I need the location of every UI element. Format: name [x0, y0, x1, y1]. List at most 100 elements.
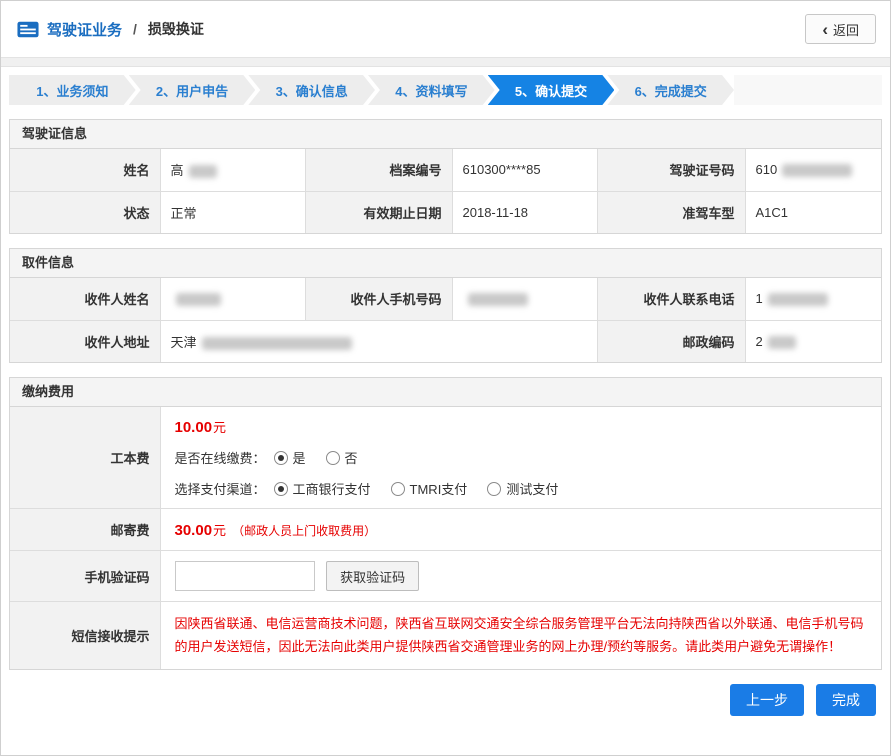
radio-label: 否 [345, 448, 358, 467]
redacted-value [202, 337, 352, 350]
radio-label: 是 [293, 448, 306, 467]
payment-table: 工本费 10.00元 是否在线缴费： 是 否 [10, 407, 881, 669]
page: 驾驶证业务 / 损毁换证 ‹ 返回 1、业务须知 2、用户申告 3、确认信息 4… [0, 0, 891, 756]
table-row: 工本费 10.00元 是否在线缴费： 是 否 [10, 407, 881, 509]
radio-online-no[interactable]: 否 [326, 448, 358, 467]
fee-unit: 元 [213, 523, 226, 538]
redacted-value [768, 336, 796, 349]
field-value: 610300****85 [452, 149, 597, 191]
table-row: 收件人姓名 收件人手机号码 收件人联系电话 1 [10, 278, 881, 320]
table-row: 邮寄费 30.00元（邮政人员上门收取费用） [10, 509, 881, 551]
field-label: 档案编号 [305, 149, 452, 191]
section-title: 驾驶证信息 [10, 120, 881, 149]
captcha-input[interactable] [175, 561, 315, 591]
mail-fee-cell: 30.00元 （邮政人员上门收取费用） [160, 509, 881, 551]
step-nav-spacer [734, 75, 882, 105]
previous-step-button[interactable]: 上一步 [730, 684, 804, 716]
radio-channel-test[interactable]: 测试支付 [487, 479, 558, 498]
field-label: 短信接收提示 [10, 602, 160, 669]
phone-value: 1 [756, 291, 763, 306]
address-value: 天津 [171, 335, 197, 350]
postcode-value: 2 [756, 334, 763, 349]
radio-label: 工商银行支付 [293, 479, 371, 498]
status-value: 正常 [171, 206, 197, 221]
field-value: 2018-11-18 [452, 191, 597, 233]
back-button[interactable]: ‹ 返回 [805, 14, 876, 44]
step-5-confirm-submit[interactable]: 5、确认提交 [488, 75, 615, 105]
sms-notice-cell: 因陕西省联通、电信运营商技术问题，陕西省互联网交通安全综合服务管理平台无法向持陕… [160, 602, 881, 669]
field-label: 收件人地址 [10, 320, 160, 362]
captcha-cell: 获取验证码 [160, 551, 881, 602]
field-value [452, 278, 597, 320]
redacted-value [189, 165, 217, 178]
mail-fee-note: （邮政人员上门收取费用） [232, 524, 376, 538]
license-info-table: 姓名 高 档案编号 610300****85 驾驶证号码 610 状态 正常 有… [10, 149, 881, 233]
section-title: 取件信息 [10, 249, 881, 278]
redacted-value [468, 293, 528, 306]
radio-icon [326, 451, 340, 465]
production-fee-amount: 10.00元 [175, 417, 868, 436]
header-divider [1, 57, 890, 67]
breadcrumb-separator: / [133, 21, 137, 37]
table-row: 姓名 高 档案编号 610300****85 驾驶证号码 610 [10, 149, 881, 191]
radio-channel-icbc[interactable]: 工商银行支付 [274, 479, 371, 498]
table-row: 状态 正常 有效期止日期 2018-11-18 准驾车型 A1C1 [10, 191, 881, 233]
table-row: 手机验证码 获取验证码 [10, 551, 881, 602]
step-3-confirm-info[interactable]: 3、确认信息 [248, 75, 375, 105]
field-value: 高 [160, 149, 305, 191]
field-value: 2 [745, 320, 881, 362]
field-label: 有效期止日期 [305, 191, 452, 233]
table-row: 短信接收提示 因陕西省联通、电信运营商技术问题，陕西省互联网交通安全综合服务管理… [10, 602, 881, 669]
section-title: 缴纳费用 [10, 378, 881, 407]
payment-panel: 缴纳费用 工本费 10.00元 是否在线缴费： 是 [9, 377, 882, 670]
get-captcha-button[interactable]: 获取验证码 [326, 561, 419, 591]
radio-icon [487, 482, 501, 496]
field-label: 收件人手机号码 [305, 278, 452, 320]
field-value [160, 278, 305, 320]
step-6-done[interactable]: 6、完成提交 [607, 75, 734, 105]
radio-icon [274, 451, 288, 465]
radio-label: TMRI支付 [410, 479, 468, 498]
redacted-value [768, 293, 828, 306]
step-4-fill-form[interactable]: 4、资料填写 [368, 75, 495, 105]
file-no-value: 610300****85 [463, 162, 541, 177]
pickup-info-panel: 取件信息 收件人姓名 收件人手机号码 收件人联系电话 1 收件人地址 天津 邮政… [9, 248, 882, 363]
breadcrumb: 驾驶证业务 / 损毁换证 [17, 19, 204, 40]
page-title: 驾驶证业务 [47, 19, 122, 40]
radio-online-yes[interactable]: 是 [274, 448, 306, 467]
online-pay-options: 是否在线缴费： 是 否 [175, 448, 868, 467]
fee-amount: 30.00 [175, 522, 213, 539]
fee-amount: 10.00 [175, 419, 213, 436]
step-label: 4、资料填写 [395, 81, 467, 100]
field-label: 准驾车型 [597, 191, 745, 233]
finish-button[interactable]: 完成 [816, 684, 876, 716]
redacted-value [176, 293, 221, 306]
field-value: 正常 [160, 191, 305, 233]
step-label: 3、确认信息 [276, 81, 348, 100]
radio-icon [391, 482, 405, 496]
field-label: 手机验证码 [10, 551, 160, 602]
radio-channel-tmri[interactable]: TMRI支付 [391, 479, 468, 498]
field-value: A1C1 [745, 191, 881, 233]
field-label: 邮政编码 [597, 320, 745, 362]
step-1-notice[interactable]: 1、业务须知 [9, 75, 136, 105]
back-button-label: 返回 [833, 20, 859, 39]
pickup-info-table: 收件人姓名 收件人手机号码 收件人联系电话 1 收件人地址 天津 邮政编码 2 [10, 278, 881, 362]
field-label: 收件人联系电话 [597, 278, 745, 320]
step-label: 1、业务须知 [36, 81, 108, 100]
step-label: 5、确认提交 [515, 81, 587, 100]
vehicle-value: A1C1 [756, 205, 789, 220]
radio-icon [274, 482, 288, 496]
step-label: 2、用户申告 [156, 81, 228, 100]
license-doc-icon [17, 21, 39, 38]
license-info-panel: 驾驶证信息 姓名 高 档案编号 610300****85 驾驶证号码 610 状… [9, 119, 882, 234]
fee-unit: 元 [213, 420, 226, 435]
step-nav: 1、业务须知 2、用户申告 3、确认信息 4、资料填写 5、确认提交 6、完成提… [9, 75, 882, 105]
field-label: 姓名 [10, 149, 160, 191]
radio-label: 测试支付 [506, 479, 558, 498]
footer-actions: 上一步 完成 [1, 684, 876, 716]
page-subtitle: 损毁换证 [148, 19, 204, 39]
field-label: 驾驶证号码 [597, 149, 745, 191]
pay-channel-options: 选择支付渠道： 工商银行支付 TMRI支付 测试支付 [175, 479, 868, 498]
step-2-declare[interactable]: 2、用户申告 [129, 75, 256, 105]
